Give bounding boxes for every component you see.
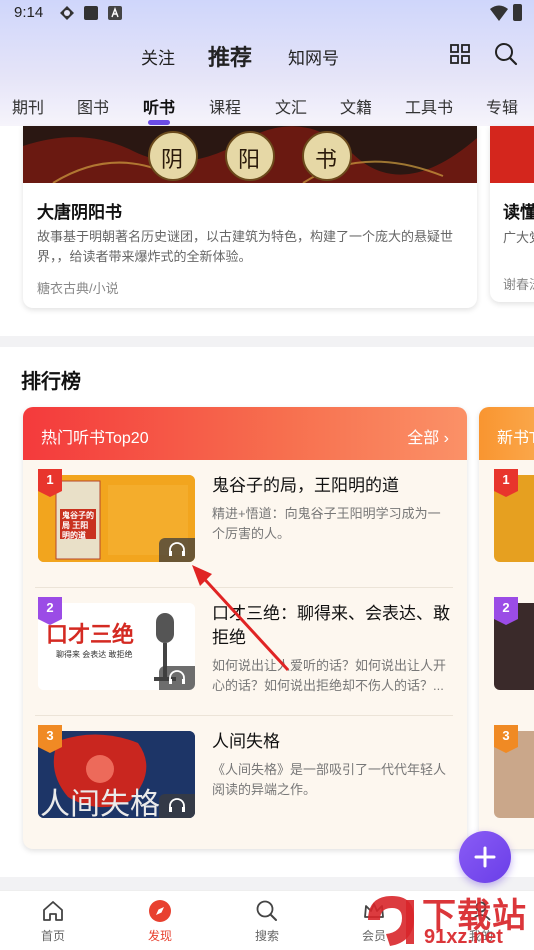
plus-icon — [474, 846, 496, 868]
book-title: 人间失格 — [212, 732, 280, 751]
featured-title: 大唐阴阳书 — [37, 203, 122, 222]
book-title: 鬼谷子的局，王阳明的道 — [212, 476, 399, 495]
ranking-list-title: 热门听书Top20 — [41, 430, 149, 447]
ranking-item[interactable]: 人间失格 3 人间失格 《人间失格》是一部吸引了一代代年轻人阅读的异端之作。 — [23, 716, 467, 844]
tab-label: 发现 — [147, 929, 172, 943]
rank-badge: 1 — [494, 469, 518, 497]
top-nav: 关注 推荐 知网号 — [0, 36, 534, 76]
top-header: 9:14 关注 推荐 知网号 期刊 图书 听书 课程 文汇 文籍 工具书 专辑 — [0, 0, 534, 126]
rank-number: 3 — [502, 728, 510, 743]
rank-number: 2 — [46, 600, 54, 615]
compass-icon — [149, 900, 171, 922]
add-button[interactable] — [459, 831, 511, 883]
category-tab[interactable]: 期刊 — [12, 94, 44, 118]
featured-tag: 糖衣古典/小说 — [37, 281, 119, 296]
category-tab-active[interactable]: 听书 — [143, 94, 175, 118]
featured-desc: 广大党 — [503, 230, 534, 245]
ranking-card: 新书T 1 2 3 — [479, 407, 534, 849]
search-icon — [256, 900, 277, 921]
tab-zhiwanghao[interactable]: 知网号 — [288, 44, 339, 69]
search-icon[interactable] — [494, 42, 518, 66]
headphones-icon — [159, 538, 195, 562]
tab-label: 首页 — [40, 929, 65, 943]
book-desc: 如何说出让人爱听的话？如何说出让人开心的话？如何说出拒绝却不伤人的话？... — [212, 658, 447, 693]
banner-char: 阴 — [161, 148, 184, 173]
featured-title: 读懂 — [503, 203, 534, 222]
banner-char: 阳 — [238, 148, 261, 173]
ranking-item[interactable]: 口才三绝 聊得来 会表达 敢拒绝 2 口才三绝：聊得来、会表达、敢拒绝 如何说出… — [23, 588, 467, 716]
tab-recommend[interactable]: 推荐 — [208, 40, 252, 72]
rank-badge: 2 — [494, 597, 518, 625]
font-notification-icon — [108, 6, 122, 20]
watermark-logo-icon — [368, 896, 414, 946]
view-all-label: 全部 — [407, 430, 440, 447]
headphones-icon — [159, 666, 195, 690]
cover-title: 人间失格 — [40, 788, 160, 818]
ranking-section: 排行榜 热门听书Top20 全部 › 鬼谷子的局 王阳明的道 1 鬼谷子的局，王… — [0, 347, 534, 877]
rank-number: 3 — [46, 728, 54, 743]
category-tab[interactable]: 课程 — [209, 94, 241, 118]
ranking-heading: 排行榜 — [21, 371, 81, 393]
featured-banner — [490, 126, 534, 183]
app-notification-icon — [84, 6, 98, 20]
rank-badge: 2 — [38, 597, 62, 625]
category-tab[interactable]: 专辑 — [486, 94, 518, 118]
rank-badge: 3 — [38, 725, 62, 753]
category-tab[interactable]: 图书 — [77, 94, 109, 118]
tab-discover[interactable]: 发现 — [130, 899, 190, 944]
ranking-card-header: 新书T — [479, 407, 534, 460]
chevron-right-icon: › — [443, 430, 449, 447]
ranking-item[interactable]: 鬼谷子的局 王阳明的道 1 鬼谷子的局，王阳明的道 精进+悟道：向鬼谷子王阳明学… — [23, 460, 467, 588]
battery-icon — [513, 4, 522, 21]
rank-number: 1 — [46, 472, 54, 487]
cover-subtitle: 聊得来 会表达 敢拒绝 — [56, 650, 133, 659]
category-tab[interactable]: 文籍 — [340, 94, 372, 118]
banner-char: 书 — [315, 148, 338, 173]
status-time: 9:14 — [14, 4, 44, 21]
app-notification-icon — [60, 6, 74, 20]
home-icon — [43, 901, 63, 921]
category-tab[interactable]: 文汇 — [275, 94, 307, 118]
app-screen: 9:14 关注 推荐 知网号 期刊 图书 听书 课程 文汇 文籍 工具书 专辑 … — [0, 0, 534, 950]
watermark-url: 91xz.net — [424, 926, 503, 948]
ranking-card-header: 热门听书Top20 全部 › — [23, 407, 467, 460]
book-desc: 《人间失格》是一部吸引了一代代年轻人阅读的异端之作。 — [212, 762, 447, 797]
featured-banner: 阴 阳 书 — [23, 126, 477, 183]
featured-card[interactable]: 读懂 广大党 谢春涛 — [490, 126, 534, 302]
ranking-list-title: 新书T — [497, 430, 534, 447]
rank-badge: 3 — [494, 725, 518, 753]
status-bar: 9:14 — [0, 0, 534, 28]
active-tab-indicator — [148, 120, 170, 125]
category-tab[interactable]: 工具书 — [405, 94, 453, 118]
featured-author: 谢春涛 — [503, 277, 534, 292]
featured-section: 阴 阳 书 大唐阴阳书 故事基于明朝著名历史谜团，以古建筑为特色，构建了一个庞大… — [0, 126, 534, 336]
featured-card[interactable]: 阴 阳 书 大唐阴阳书 故事基于明朝著名历史谜团，以古建筑为特色，构建了一个庞大… — [23, 126, 477, 308]
book-desc: 精进+悟道：向鬼谷子王阳明学习成为一个厉害的人。 — [212, 506, 441, 541]
tab-search[interactable]: 搜索 — [237, 899, 297, 944]
category-tabs: 期刊 图书 听书 课程 文汇 文籍 工具书 专辑 — [0, 88, 534, 125]
rank-number: 1 — [502, 472, 510, 487]
grid-menu-icon[interactable] — [450, 44, 470, 64]
headphones-icon — [159, 794, 195, 818]
watermark: 下载站 91xz.net — [362, 888, 534, 950]
view-all-link[interactable]: 全部 › — [407, 424, 449, 448]
tab-follow[interactable]: 关注 — [141, 44, 175, 69]
tab-home[interactable]: 首页 — [23, 899, 83, 944]
wifi-icon — [490, 5, 508, 21]
ranking-card: 热门听书Top20 全部 › 鬼谷子的局 王阳明的道 1 鬼谷子的局，王阳明的道… — [23, 407, 467, 849]
book-title: 口才三绝：聊得来、会表达、敢拒绝 — [212, 604, 450, 647]
cover-title: 鬼谷子的局 王阳明的道 — [62, 511, 94, 540]
rank-badge: 1 — [38, 469, 62, 497]
tab-label: 搜索 — [254, 929, 279, 943]
featured-desc: 故事基于明朝著名历史谜团，以古建筑为特色，构建了一个庞大的悬疑世界，，给读者带来… — [37, 229, 454, 264]
rank-number: 2 — [502, 600, 510, 615]
